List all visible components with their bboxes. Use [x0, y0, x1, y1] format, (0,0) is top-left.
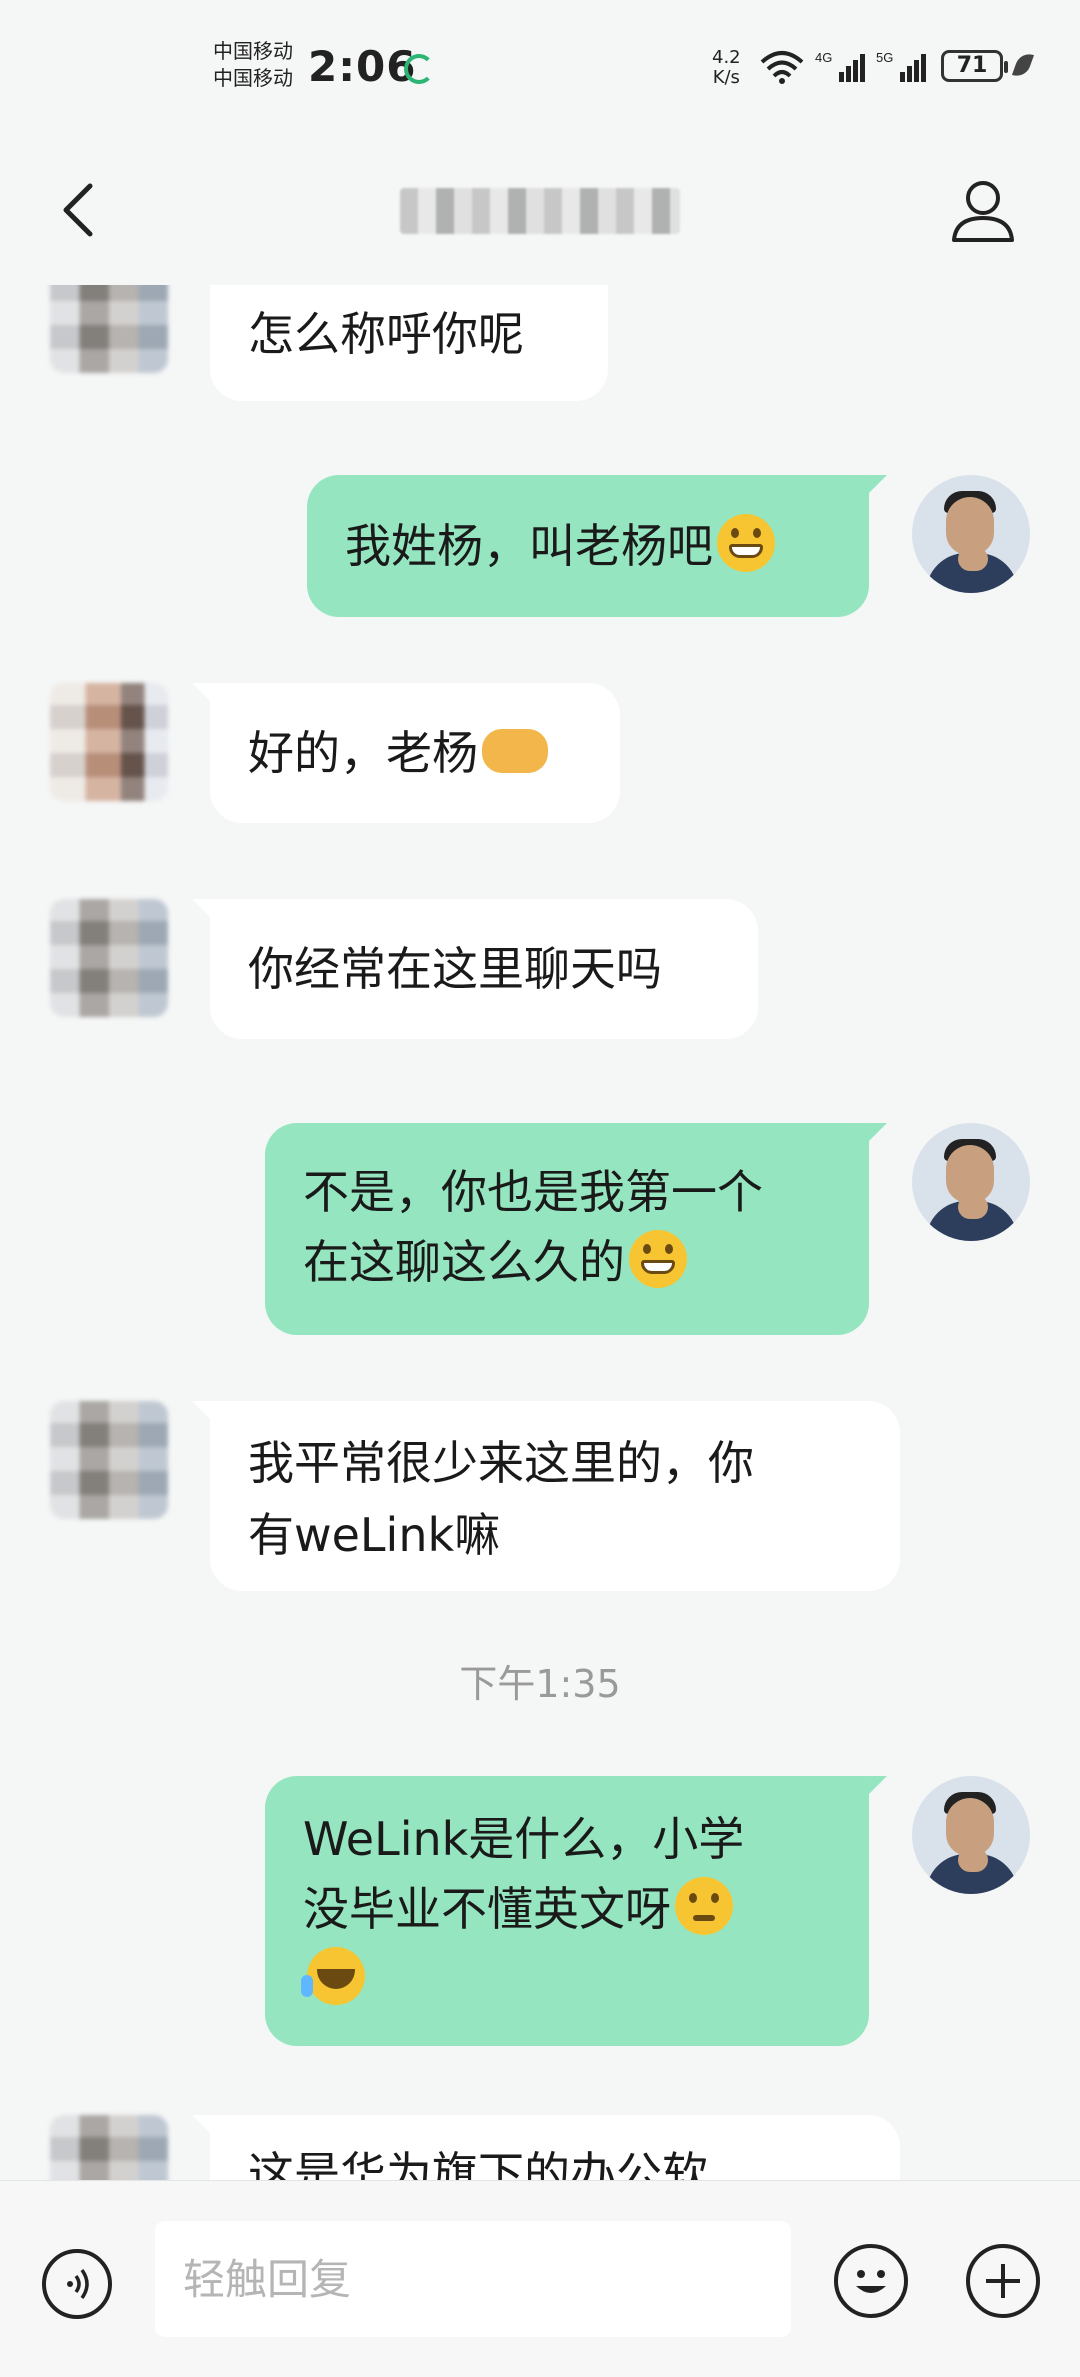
grinning-face-icon: [629, 1230, 687, 1288]
self-avatar[interactable]: [912, 475, 1030, 593]
message-text-line-1: 不是，你也是我第一个: [303, 1165, 763, 1219]
wifi-icon: [760, 51, 804, 84]
signal-4g-label: 4G: [815, 50, 832, 65]
message-text: 好的，老杨: [248, 726, 478, 780]
self-avatar[interactable]: [912, 1123, 1030, 1241]
thinking-face-icon: [675, 1877, 733, 1935]
network-speed-value: 4.2: [712, 47, 741, 68]
contact-avatar[interactable]: [50, 899, 168, 1017]
battery-indicator: 71: [941, 50, 1008, 82]
plus-icon[interactable]: [966, 2244, 1040, 2318]
handshake-icon: [482, 729, 548, 773]
carrier-labels: 中国移动 中国移动: [213, 38, 293, 92]
signal-5g-icon: 5G: [876, 50, 926, 82]
grinning-face-icon: [717, 514, 775, 572]
network-speed-unit: K/s: [712, 67, 740, 88]
composer-bar: [0, 2180, 1080, 2377]
leaf-icon: [1011, 50, 1035, 80]
carrier-1: 中国移动: [213, 39, 293, 63]
outgoing-message[interactable]: 不是，你也是我第一个 在这聊这么久的: [265, 1123, 887, 1335]
reply-input[interactable]: [155, 2221, 791, 2337]
network-speed: 4.2 K/s: [712, 48, 741, 88]
incoming-message[interactable]: 这是华为旗下的办公软: [192, 2115, 900, 2180]
chevron-left-icon[interactable]: [56, 180, 106, 240]
message-text-line-1: WeLink是什么，小学: [303, 1812, 745, 1866]
status-time: 2:06: [308, 42, 417, 91]
self-avatar[interactable]: [912, 1776, 1030, 1894]
signal-4g-icon: 4G: [815, 50, 865, 82]
message-text: 你经常在这里聊天吗: [248, 942, 662, 996]
incoming-message[interactable]: 好的，老杨: [192, 683, 620, 823]
message-text-line-2: 有weLink嘛: [248, 1508, 501, 1562]
chat-header: [0, 130, 1080, 285]
message-text: 怎么称呼你呢: [248, 307, 524, 361]
incoming-message[interactable]: 你经常在这里聊天吗: [192, 899, 758, 1039]
message-text-line-2: 在这聊这么久的: [303, 1235, 625, 1289]
voice-icon[interactable]: [42, 2249, 112, 2319]
contact-avatar[interactable]: [50, 1401, 168, 1519]
status-bar: 中国移动 中国移动 2:06 4.2 K/s 4G 5G 71: [0, 0, 1080, 130]
crying-laughing-face-icon: [301, 1947, 365, 2005]
outgoing-message[interactable]: WeLink是什么，小学 没毕业不懂英文呀: [265, 1776, 887, 2046]
contact-avatar[interactable]: [50, 683, 168, 801]
chat-title-blurred: [400, 188, 680, 234]
message-text: 我姓杨，叫老杨吧: [345, 519, 713, 573]
person-icon[interactable]: [948, 176, 1018, 246]
contact-avatar[interactable]: [50, 2115, 168, 2180]
incoming-message[interactable]: 我平常很少来这里的，你 有weLink嘛: [192, 1401, 900, 1591]
smiley-icon[interactable]: [834, 2244, 908, 2318]
contact-avatar[interactable]: [50, 285, 168, 373]
carrier-2: 中国移动: [213, 66, 293, 90]
outgoing-message[interactable]: 我姓杨，叫老杨吧: [307, 475, 887, 617]
message-list[interactable]: 怎么称呼你呢 我姓杨，叫老杨吧 好的，老杨 你经常在这里聊天吗 不是，你也是我第…: [0, 285, 1080, 2180]
signal-5g-label: 5G: [876, 50, 893, 65]
incoming-message[interactable]: 怎么称呼你呢: [210, 285, 608, 401]
message-text-line-2: 没毕业不懂英文呀: [303, 1882, 671, 1936]
message-text: 这是华为旗下的办公软: [248, 2147, 708, 2180]
timestamp: 下午1:35: [459, 1662, 621, 1706]
sync-icon: [404, 54, 434, 84]
message-text-line-1: 我平常很少来这里的，你: [248, 1436, 754, 1490]
